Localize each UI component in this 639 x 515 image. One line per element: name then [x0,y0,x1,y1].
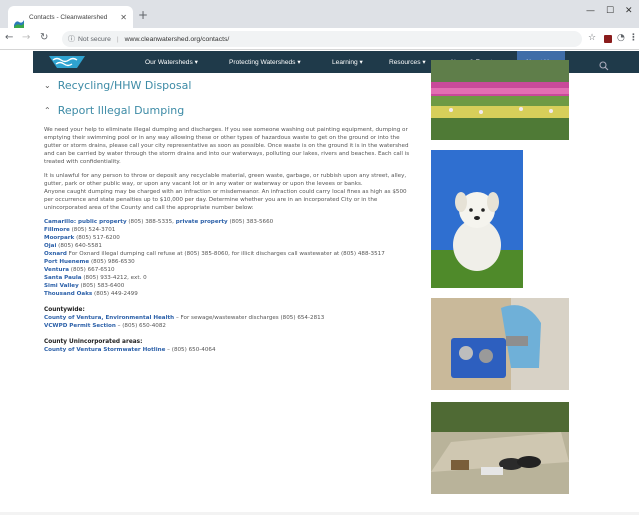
contact-row: Thousand Oaks (805) 449-2499 [44,291,138,297]
contact-row: Ojai (805) 640-5581 [44,243,102,249]
reload-icon[interactable]: ↻ [40,32,48,43]
browser-toolbar: ← → ↻ ⓘ Not secure | www.cleanwatershed.… [0,28,639,50]
ventura-link[interactable]: Ventura [44,267,69,273]
contact-row: County of Ventura Stormwater Hotline – (… [44,347,216,353]
chevron-down-icon: ▾ [297,59,301,66]
city-contacts: Camarillo: public property (805) 388-533… [44,218,414,298]
contact-row: County of Ventura, Environmental Health … [44,315,325,321]
accordion-title: Recycling/HHW Disposal [57,78,192,92]
penalty-paragraph: Anyone caught dumping may be charged wit… [44,189,407,211]
contact-row: Fillmore (805) 524-3701 [44,227,116,233]
contact-row: Simi Valley (805) 583-6400 [44,283,125,289]
contact-row: VCWPD Permit Section – (805) 650-4082 [44,323,166,329]
main-content: ⌄ Recycling/HHW Disposal ⌃ Report Illega… [44,76,414,354]
camarillo-private-link[interactable]: private property [176,219,228,225]
unincorporated-heading: County Unincorporated areas: [44,339,143,345]
forward-icon[interactable]: → [22,32,30,43]
countywide-heading: Countywide: [44,307,85,313]
search-icon[interactable] [599,56,609,75]
nav-learning[interactable]: Learning ▾ [332,51,363,73]
cleanup-photo [431,298,569,390]
accordion-title: Report Illegal Dumping [57,103,185,117]
oxnard-link[interactable]: Oxnard [44,251,67,257]
maximize-icon[interactable]: ☐ [606,6,614,16]
profile-icon[interactable]: ⋮ [629,33,638,43]
security-label: Not secure [78,35,111,43]
back-icon[interactable]: ← [5,32,13,43]
new-tab-icon[interactable]: + [138,8,148,22]
extension2-icon[interactable]: ◔ [617,33,625,43]
flowers-photo [431,60,569,140]
accordion-recycling[interactable]: ⌄ Recycling/HHW Disposal [44,76,414,94]
nav-our-watersheds[interactable]: Our Watersheds ▾ [145,51,198,73]
contact-row: Port Hueneme (805) 986-6530 [44,259,135,265]
chevron-down-icon: ▾ [359,59,363,66]
environmental-health-link[interactable]: County of Ventura, Environmental Health [44,315,174,321]
accordion-illegal-dumping[interactable]: ⌃ Report Illegal Dumping [44,101,414,119]
simi-valley-link[interactable]: Simi Valley [44,283,79,289]
chevron-down-icon: ▾ [422,59,426,66]
site-logo[interactable] [47,54,87,70]
countywide-contacts: County of Ventura, Environmental Health … [44,314,414,330]
minimize-icon[interactable]: — [586,6,595,16]
contact-row: Ventura (805) 667-6510 [44,267,115,273]
browser-tabstrip: Contacts - Cleanwatershed ✕ + — ☐ ✕ [0,0,639,28]
chevron-down-icon: ⌄ [44,80,51,90]
bookmark-star-icon[interactable]: ☆ [588,33,596,43]
address-bar[interactable]: ⓘ Not secure | www.cleanwatershed.org/co… [62,31,582,47]
url-text: www.cleanwatershed.org/contacts/ [124,35,230,43]
chevron-down-icon: ▾ [194,59,198,66]
unincorporated-contacts: County of Ventura Stormwater Hotline – (… [44,346,414,354]
tab-close-icon[interactable]: ✕ [120,13,127,22]
nav-protecting-watersheds[interactable]: Protecting Watersheds ▾ [229,51,301,73]
contact-row: Moorpark (805) 517-6200 [44,235,120,241]
info-icon[interactable]: ⓘ [68,34,75,44]
ojai-link[interactable]: Ojai [44,243,56,249]
tab-title: Contacts - Cleanwatershed [29,13,108,21]
port-hueneme-link[interactable]: Port Hueneme [44,259,89,265]
window-close-icon[interactable]: ✕ [625,6,633,16]
extension-icon[interactable] [604,35,612,43]
site-favicon-icon [14,13,24,28]
thousand-oaks-link[interactable]: Thousand Oaks [44,291,92,297]
camarillo-public-link[interactable]: Camarillo: public property [44,219,127,225]
vcwpd-link[interactable]: VCWPD Permit Section [44,323,116,329]
contact-row: Camarillo: public property (805) 388-533… [44,219,274,225]
intro-paragraph: We need your help to eliminate illegal d… [44,127,410,165]
chevron-up-icon: ⌃ [44,105,51,115]
dog-photo [431,150,523,288]
contact-row: Santa Paula (805) 933-4212, ext. 0 [44,275,147,281]
fillmore-link[interactable]: Fillmore [44,227,70,233]
url-separator: | [116,35,119,43]
santa-paula-link[interactable]: Santa Paula [44,275,82,281]
moorpark-link[interactable]: Moorpark [44,235,74,241]
dumped-tires-photo [431,402,569,494]
unlawful-paragraph: It is unlawful for any person to throw o… [44,173,407,187]
contact-row: Oxnard For Oxnard illegal dumping call r… [44,251,385,257]
browser-tab[interactable]: Contacts - Cleanwatershed ✕ [8,6,133,28]
nav-resources[interactable]: Resources ▾ [389,51,426,73]
stormwater-hotline-link[interactable]: County of Ventura Stormwater Hotline [44,347,165,353]
